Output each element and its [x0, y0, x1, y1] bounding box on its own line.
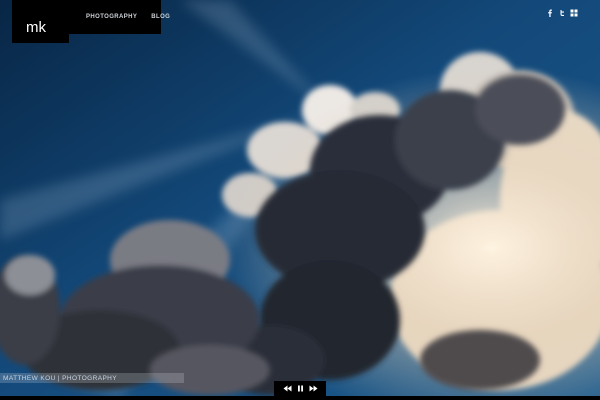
slideshow-controls	[274, 381, 326, 396]
logo-text[interactable]: mk	[26, 19, 46, 36]
flickr-icon[interactable]	[570, 9, 578, 17]
previous-icon[interactable]	[283, 384, 292, 393]
hero-photo	[0, 0, 600, 400]
social-links	[546, 9, 578, 17]
logo-block[interactable]: mk	[12, 0, 69, 43]
bottom-border	[0, 396, 600, 400]
footer-credit-bar: MATTHEW KOU | PHOTOGRAPHY	[0, 373, 184, 383]
next-icon[interactable]	[309, 384, 318, 393]
pause-icon[interactable]	[296, 384, 305, 393]
nav-item-photography[interactable]: PHOTOGRAPHY	[86, 14, 137, 20]
footer-credit: MATTHEW KOU | PHOTOGRAPHY	[3, 374, 118, 382]
nav-item-blog[interactable]: BLOG	[151, 14, 170, 20]
facebook-icon[interactable]	[546, 9, 554, 17]
twitter-icon[interactable]	[558, 9, 566, 17]
main-nav: PHOTOGRAPHY BLOG	[69, 0, 170, 34]
